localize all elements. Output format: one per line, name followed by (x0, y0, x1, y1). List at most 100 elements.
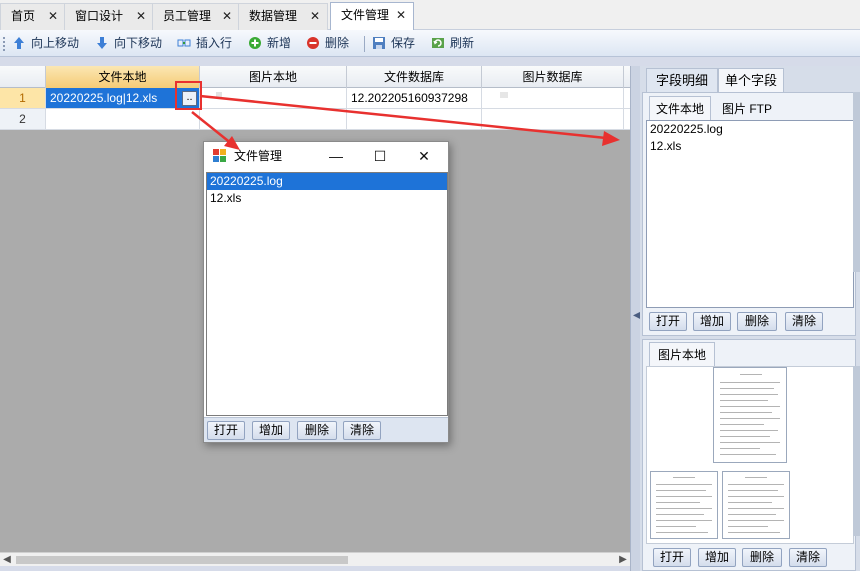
cell-image-db[interactable] (482, 109, 624, 129)
tab-home-label: 首页 (11, 9, 36, 23)
tab-window-design[interactable]: 窗口设计 ✕ (64, 3, 154, 30)
column-header-image-local[interactable]: 图片本地 (200, 66, 347, 88)
dialog-delete-button[interactable]: 删除 (297, 421, 337, 440)
move-up-button[interactable]: 向上移动 (12, 33, 79, 54)
column-header-file-db[interactable]: 文件数据库 (347, 66, 482, 88)
refresh-icon (432, 37, 444, 48)
document-thumbnail[interactable] (722, 471, 790, 539)
list-item[interactable]: 20220225.log (647, 121, 853, 138)
toolbar-grip[interactable] (3, 37, 5, 51)
list-item[interactable]: 20220225.log (207, 173, 447, 190)
refresh-button[interactable]: 刷新 (431, 33, 474, 54)
cell-file-local-value: 20220225.log|12.xls (50, 91, 158, 105)
image-open-button[interactable]: 打开 (653, 548, 691, 567)
dialog-title: 文件管理 (234, 149, 283, 163)
panel-splitter[interactable]: ◀ (630, 66, 641, 571)
tab-file-management-close-icon[interactable]: ✕ (396, 3, 406, 28)
row-number[interactable]: 1 (0, 88, 46, 108)
dialog-add-button[interactable]: 增加 (252, 421, 290, 440)
right-panel: 字段明细 单个字段 文件本地 图片 FTP 20220225.log 12.xl… (640, 66, 860, 571)
tab-window-design-close-icon[interactable]: ✕ (136, 4, 146, 29)
file-add-button[interactable]: 增加 (693, 312, 731, 331)
arrow-up-icon (14, 36, 24, 49)
cell-image-local[interactable] (200, 109, 347, 129)
toolbar: 向上移动 向下移动 插入行 新增 删除 保存 刷新 (0, 30, 860, 57)
table-row[interactable]: 2 (0, 109, 630, 130)
dialog-title-bar[interactable]: 文件管理 — ☐ ✕ (204, 142, 448, 170)
delete-button[interactable]: 删除 (306, 33, 349, 54)
file-clear-button[interactable]: 清除 (785, 312, 823, 331)
close-icon[interactable]: ✕ (402, 142, 446, 170)
scroll-left-icon[interactable]: ◀ (0, 553, 14, 567)
scroll-right-icon[interactable]: ▶ (616, 553, 630, 567)
cell-file-local[interactable] (46, 109, 200, 129)
scrollbar-thumb[interactable] (16, 556, 348, 564)
grid-header: 文件本地 图片本地 文件数据库 图片数据库 (0, 66, 630, 88)
list-item[interactable]: 12.xls (207, 190, 447, 207)
right-panel-scrollbar-thumb[interactable] (853, 366, 860, 536)
dialog-clear-button[interactable]: 清除 (343, 421, 381, 440)
cell-file-db-value: 12.202205160937298 (351, 91, 468, 105)
arrow-down-icon (97, 36, 107, 49)
tab-single-field[interactable]: 单个字段 (718, 68, 784, 92)
minus-circle-icon (307, 36, 319, 49)
tab-image-local[interactable]: 图片本地 (649, 342, 715, 366)
tab-data-management[interactable]: 数据管理 ✕ (238, 3, 328, 30)
document-preview-image[interactable] (713, 367, 787, 463)
horizontal-scrollbar[interactable]: ◀ ▶ (0, 552, 630, 566)
insert-row-icon (177, 39, 191, 47)
tab-field-detail[interactable]: 字段明细 (646, 68, 718, 92)
maximize-icon[interactable]: ☐ (358, 142, 402, 170)
cell-file-db[interactable]: 12.202205160937298 (347, 88, 482, 108)
grid-corner[interactable] (0, 66, 46, 88)
row-number[interactable]: 2 (0, 109, 46, 129)
cell-image-local[interactable] (200, 88, 347, 108)
column-header-image-db[interactable]: 图片数据库 (482, 66, 624, 88)
plus-circle-icon (249, 36, 261, 49)
dialog-file-list[interactable]: 20220225.log 12.xls (206, 172, 448, 416)
image-clear-button[interactable]: 清除 (789, 548, 827, 567)
tab-window-design-label: 窗口设计 (75, 9, 124, 23)
tab-home-close-icon[interactable]: ✕ (48, 4, 58, 29)
file-manager-dialog: 文件管理 — ☐ ✕ 20220225.log 12.xls 打开 增加 删除 … (203, 141, 449, 443)
minimize-icon[interactable]: — (314, 142, 358, 170)
document-thumbnail[interactable] (650, 471, 718, 539)
image-thumbnail-icon (500, 92, 508, 98)
tab-file-management[interactable]: 文件管理 ✕ (330, 2, 414, 31)
insert-row-label: 插入行 (196, 36, 233, 50)
cell-file-db[interactable] (347, 109, 482, 129)
image-delete-button[interactable]: 删除 (742, 548, 782, 567)
toolbar-separator (364, 36, 365, 52)
image-pane: 图片本地 打开 增加 删除 清除 (642, 339, 856, 571)
add-new-label: 新增 (267, 36, 292, 50)
single-field-pane: 文件本地 图片 FTP 20220225.log 12.xls 打开 增加 删除… (642, 92, 856, 336)
tab-employee-management-close-icon[interactable]: ✕ (222, 4, 232, 29)
tab-file-local[interactable]: 文件本地 (649, 96, 711, 120)
file-delete-button[interactable]: 删除 (737, 312, 777, 331)
save-label: 保存 (391, 36, 416, 50)
tab-employee-management[interactable]: 员工管理 ✕ (152, 3, 240, 30)
tab-file-management-label: 文件管理 (341, 8, 390, 22)
dialog-open-button[interactable]: 打开 (207, 421, 245, 440)
image-add-button[interactable]: 增加 (698, 548, 736, 567)
tab-data-management-label: 数据管理 (249, 9, 298, 23)
annotation-highlight-box (175, 81, 202, 110)
insert-row-button[interactable]: 插入行 (177, 33, 232, 54)
move-up-label: 向上移动 (31, 36, 80, 50)
move-down-button[interactable]: 向下移动 (95, 33, 162, 54)
table-row[interactable]: 1 20220225.log|12.xls .. 12.202205160937… (0, 88, 630, 109)
dialog-button-bar: 打开 增加 删除 清除 (204, 417, 448, 442)
tab-image-ftp[interactable]: 图片 FTP (713, 96, 781, 120)
app-window-icon (213, 149, 226, 162)
add-new-button[interactable]: 新增 (248, 33, 291, 54)
document-tab-bar: 首页 ✕ 窗口设计 ✕ 员工管理 ✕ 数据管理 ✕ 文件管理 ✕ (0, 0, 860, 31)
tab-home[interactable]: 首页 ✕ (0, 3, 66, 30)
move-down-label: 向下移动 (114, 36, 163, 50)
list-item[interactable]: 12.xls (647, 138, 853, 155)
right-panel-scrollbar-thumb[interactable] (853, 92, 860, 272)
file-list[interactable]: 20220225.log 12.xls (646, 120, 854, 308)
cell-image-db[interactable] (482, 88, 624, 108)
tab-data-management-close-icon[interactable]: ✕ (310, 4, 320, 29)
file-open-button[interactable]: 打开 (649, 312, 687, 331)
save-button[interactable]: 保存 (372, 33, 415, 54)
